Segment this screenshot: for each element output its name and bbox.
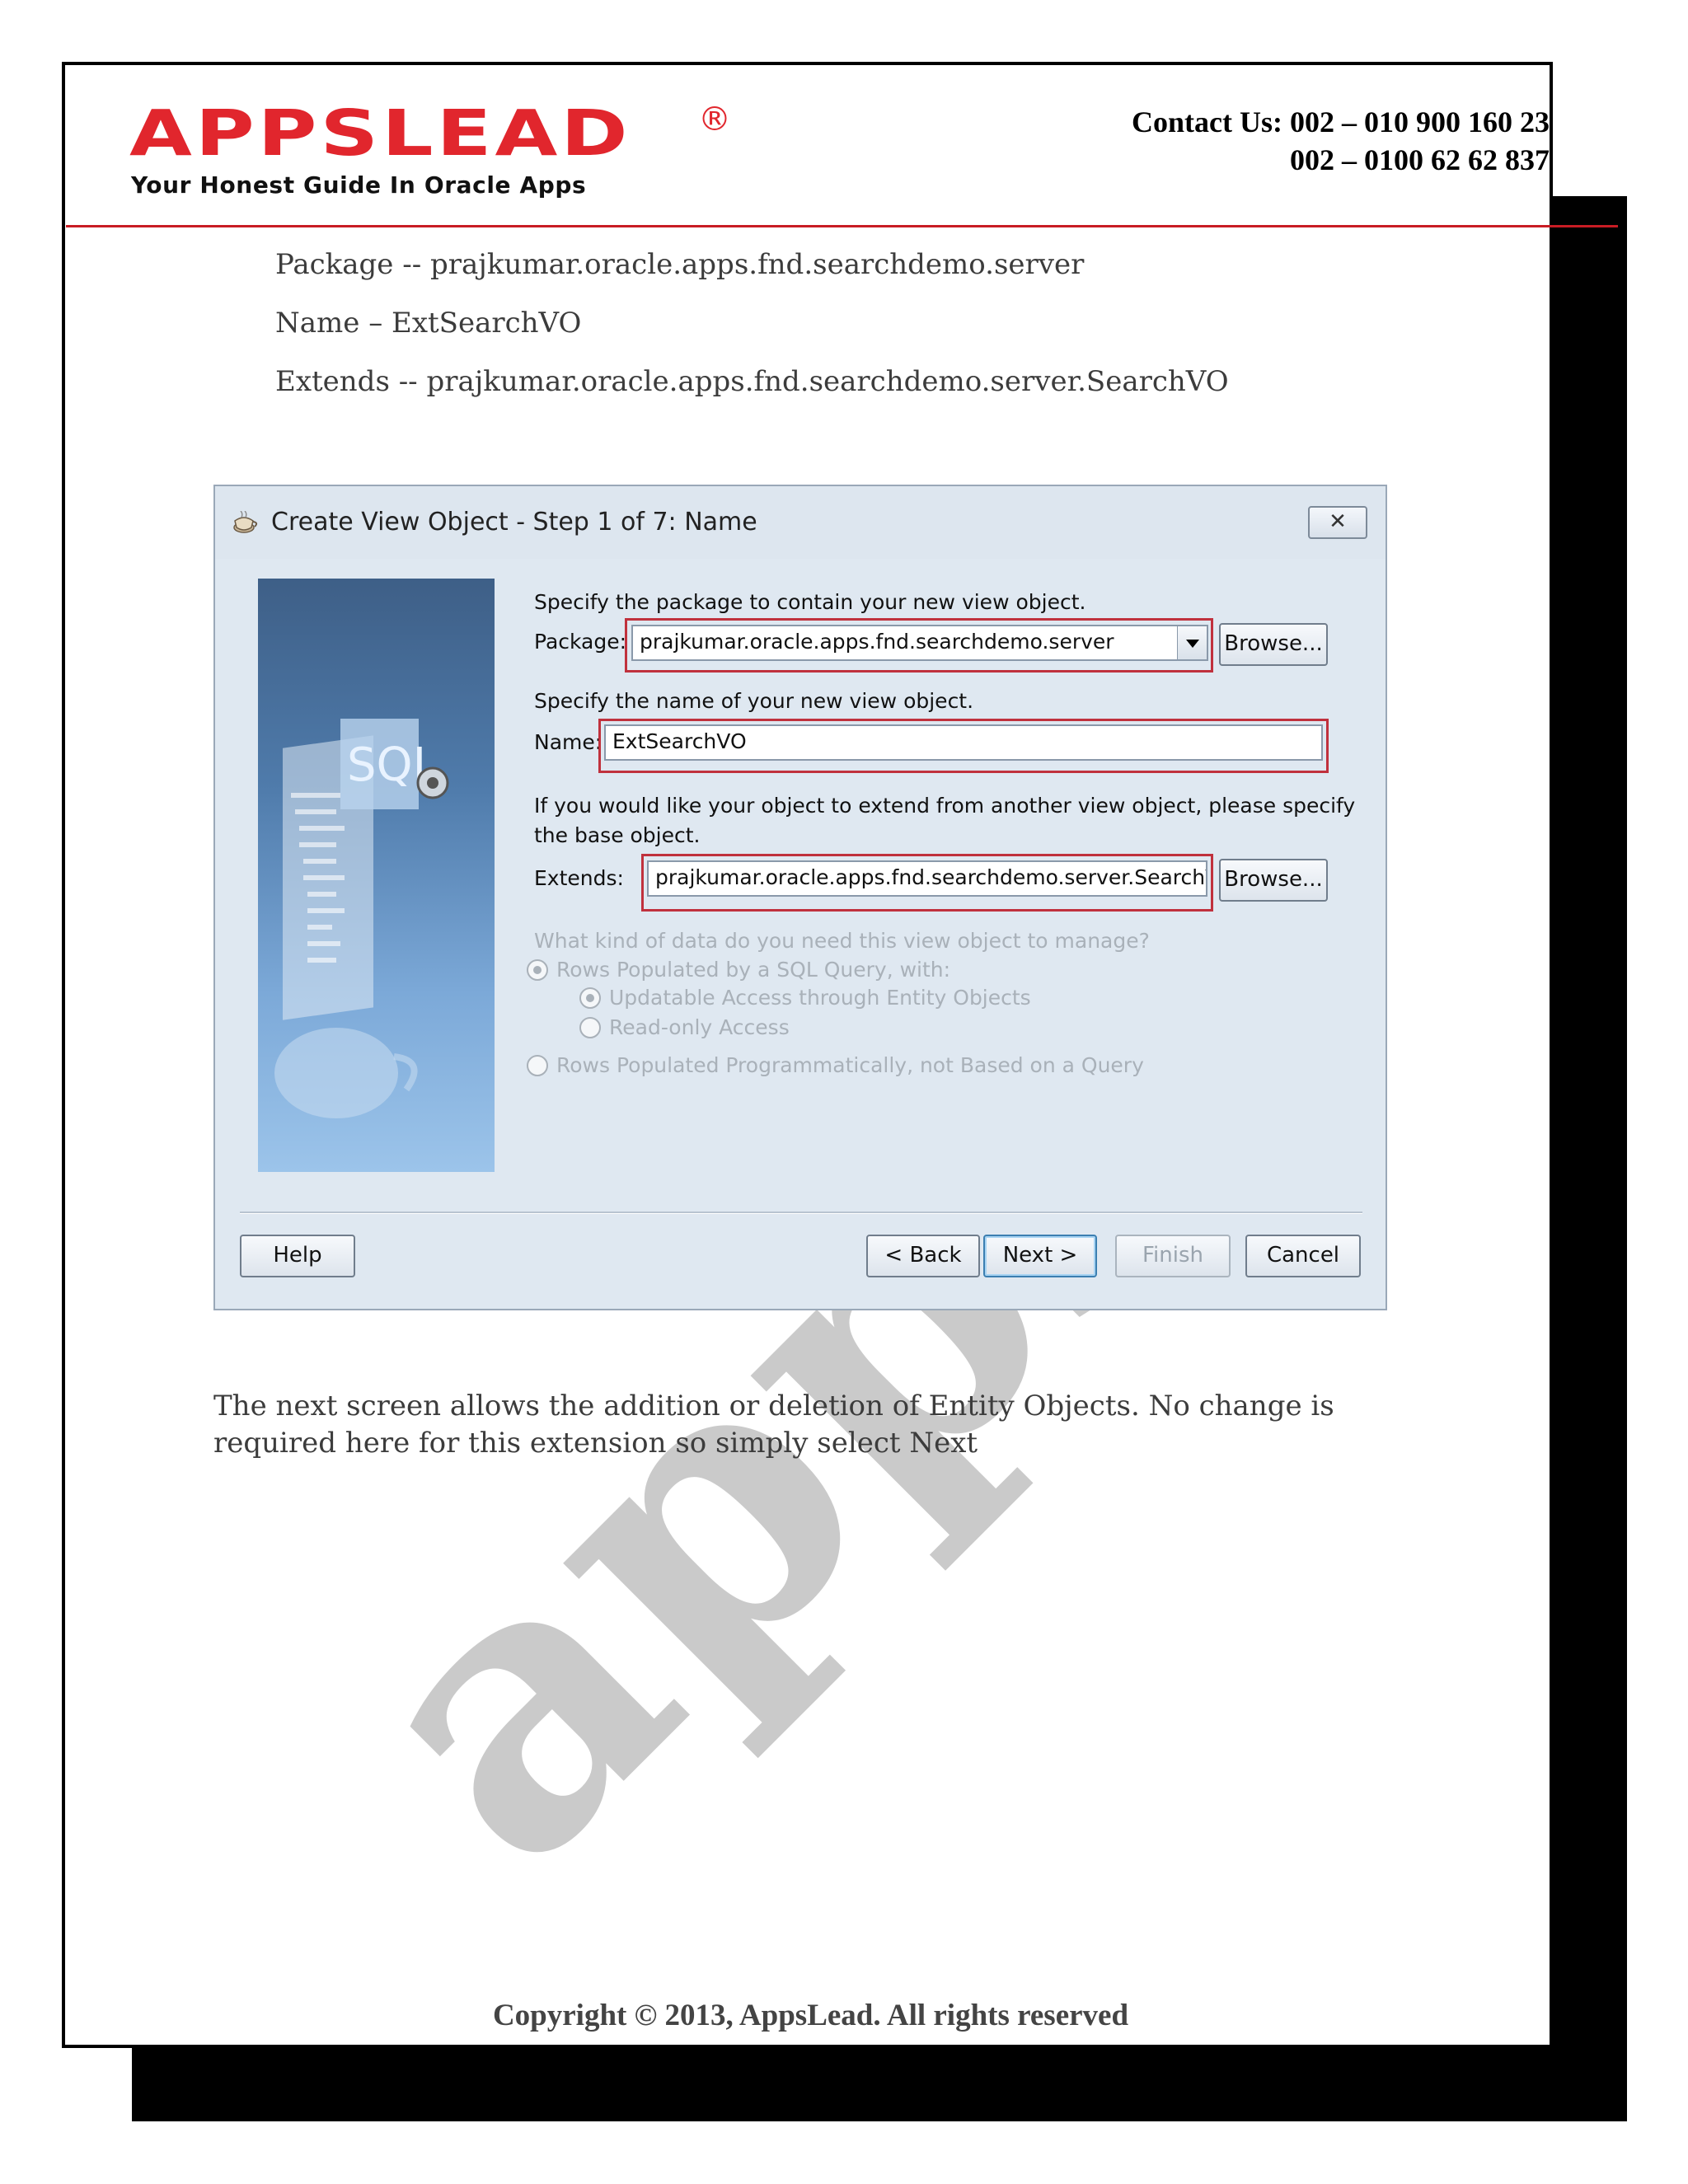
package-prompt: Specify the package to contain your new … — [534, 590, 1086, 614]
radio-readonly[interactable] — [579, 1017, 601, 1038]
package-value: prajkumar.oracle.apps.fnd.searchdemo.ser… — [640, 630, 1114, 654]
cancel-button[interactable]: Cancel — [1245, 1235, 1361, 1277]
package-combobox[interactable]: prajkumar.oracle.apps.fnd.searchdemo.ser… — [631, 625, 1208, 661]
contact-line-2: 002 – 0100 62 62 837 — [1290, 143, 1550, 176]
body-paragraph: The next screen allows the addition or d… — [213, 1390, 1334, 1460]
back-button[interactable]: < Back — [866, 1235, 980, 1277]
coffee-cup-icon — [233, 511, 258, 533]
browse-package-button[interactable]: Browse... — [1219, 623, 1328, 666]
name-label: Name: — [534, 730, 603, 754]
radio-sql-query[interactable] — [527, 959, 548, 981]
radio-programmatic-label: Rows Populated Programmatically, not Bas… — [556, 1053, 1144, 1077]
package-line: Package -- prajkumar.oracle.apps.fnd.sea… — [275, 248, 1085, 281]
radio-updatable-label: Updatable Access through Entity Objects — [609, 986, 1031, 1010]
document-page: APPSLEAD ® Your Honest Guide In Oracle A… — [62, 62, 1553, 2048]
page-shadow-bottom — [132, 2048, 1627, 2121]
data-kind-prompt: What kind of data do you need this view … — [534, 929, 1150, 953]
sql-illustration: SQL — [274, 719, 449, 1118]
logo-tagline: Your Honest Guide In Oracle Apps — [131, 171, 587, 199]
help-button[interactable]: Help — [240, 1235, 355, 1277]
finish-button[interactable]: Finish — [1115, 1235, 1231, 1277]
contact-line-1: Contact Us: 002 – 010 900 160 23 — [1132, 105, 1550, 138]
page-shadow-right — [1553, 196, 1627, 2121]
logo-wordmark: APPSLEAD — [129, 96, 631, 171]
radio-updatable[interactable] — [579, 987, 601, 1009]
extends-field[interactable]: prajkumar.oracle.apps.fnd.searchdemo.ser… — [647, 860, 1207, 897]
extends-line: Extends -- prajkumar.oracle.apps.fnd.sea… — [275, 365, 1229, 398]
browse-extends-button[interactable]: Browse... — [1219, 859, 1328, 902]
close-button[interactable]: ✕ — [1308, 506, 1367, 539]
registered-mark: ® — [698, 101, 731, 138]
close-icon: ✕ — [1329, 509, 1347, 534]
radio-programmatic[interactable] — [527, 1055, 548, 1076]
next-button[interactable]: Next > — [983, 1235, 1097, 1277]
create-view-object-dialog: Create View Object - Step 1 of 7: Name ✕… — [213, 485, 1387, 1310]
name-value: ExtSearchVO — [612, 729, 747, 753]
extends-prompt-line1: If you would like your object to extend … — [534, 794, 1356, 818]
wizard-side-image: SQL — [258, 579, 495, 1172]
dialog-titlebar: Create View Object - Step 1 of 7: Name ✕ — [215, 486, 1386, 559]
radio-sql-query-label: Rows Populated by a SQL Query, with: — [556, 958, 951, 982]
extends-value: prajkumar.oracle.apps.fnd.searchdemo.ser… — [655, 865, 1207, 889]
package-label: Package: — [534, 630, 627, 654]
contact-info: Contact Us: 002 – 010 900 160 23 002 – 0… — [808, 103, 1550, 179]
extends-label: Extends: — [534, 866, 624, 890]
name-line: Name – ExtSearchVO — [275, 307, 582, 340]
extends-prompt-line2: the base object. — [534, 823, 701, 847]
chevron-down-icon[interactable] — [1177, 626, 1207, 659]
dialog-title: Create View Object - Step 1 of 7: Name — [271, 508, 757, 537]
radio-readonly-label: Read-only Access — [609, 1015, 790, 1039]
copyright: Copyright © 2013, AppsLead. All rights r… — [492, 1999, 1129, 2032]
name-prompt: Specify the name of your new view object… — [534, 689, 974, 713]
appslead-logo: APPSLEAD ® Your Honest Guide In Oracle A… — [129, 96, 731, 199]
header-rule — [66, 225, 1618, 227]
name-field[interactable]: ExtSearchVO — [604, 724, 1323, 761]
dialog-separator — [240, 1212, 1362, 1214]
